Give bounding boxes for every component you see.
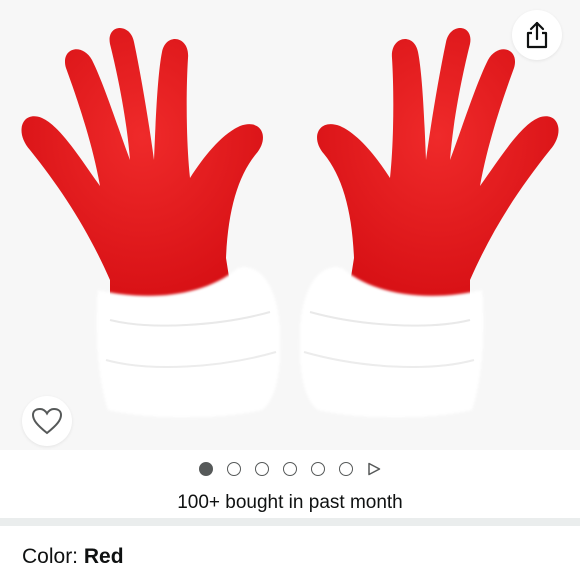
carousel-dot-1[interactable] xyxy=(199,462,213,476)
color-value: Red xyxy=(83,545,124,568)
right-glove xyxy=(299,27,559,418)
section-divider xyxy=(0,518,580,526)
share-icon xyxy=(526,21,548,49)
carousel-dot-5[interactable] xyxy=(311,462,325,476)
product-image[interactable] xyxy=(0,0,580,450)
wishlist-button[interactable] xyxy=(22,396,72,446)
carousel-dot-3[interactable] xyxy=(255,462,269,476)
color-selection: Color: Red xyxy=(22,545,124,569)
carousel-dot-4[interactable] xyxy=(283,462,297,476)
carousel-dot-6[interactable] xyxy=(339,462,353,476)
left-glove xyxy=(21,27,281,418)
carousel-video-indicator[interactable] xyxy=(367,462,381,476)
carousel-dot-2[interactable] xyxy=(227,462,241,476)
color-label: Color: xyxy=(22,545,84,568)
product-image-gallery[interactable] xyxy=(0,0,580,450)
play-triangle-icon xyxy=(368,462,381,476)
image-carousel-indicators xyxy=(0,458,580,480)
heart-outline-icon xyxy=(31,407,63,435)
share-button[interactable] xyxy=(512,10,562,60)
bought-in-past-month-text: 100+ bought in past month xyxy=(177,492,403,513)
